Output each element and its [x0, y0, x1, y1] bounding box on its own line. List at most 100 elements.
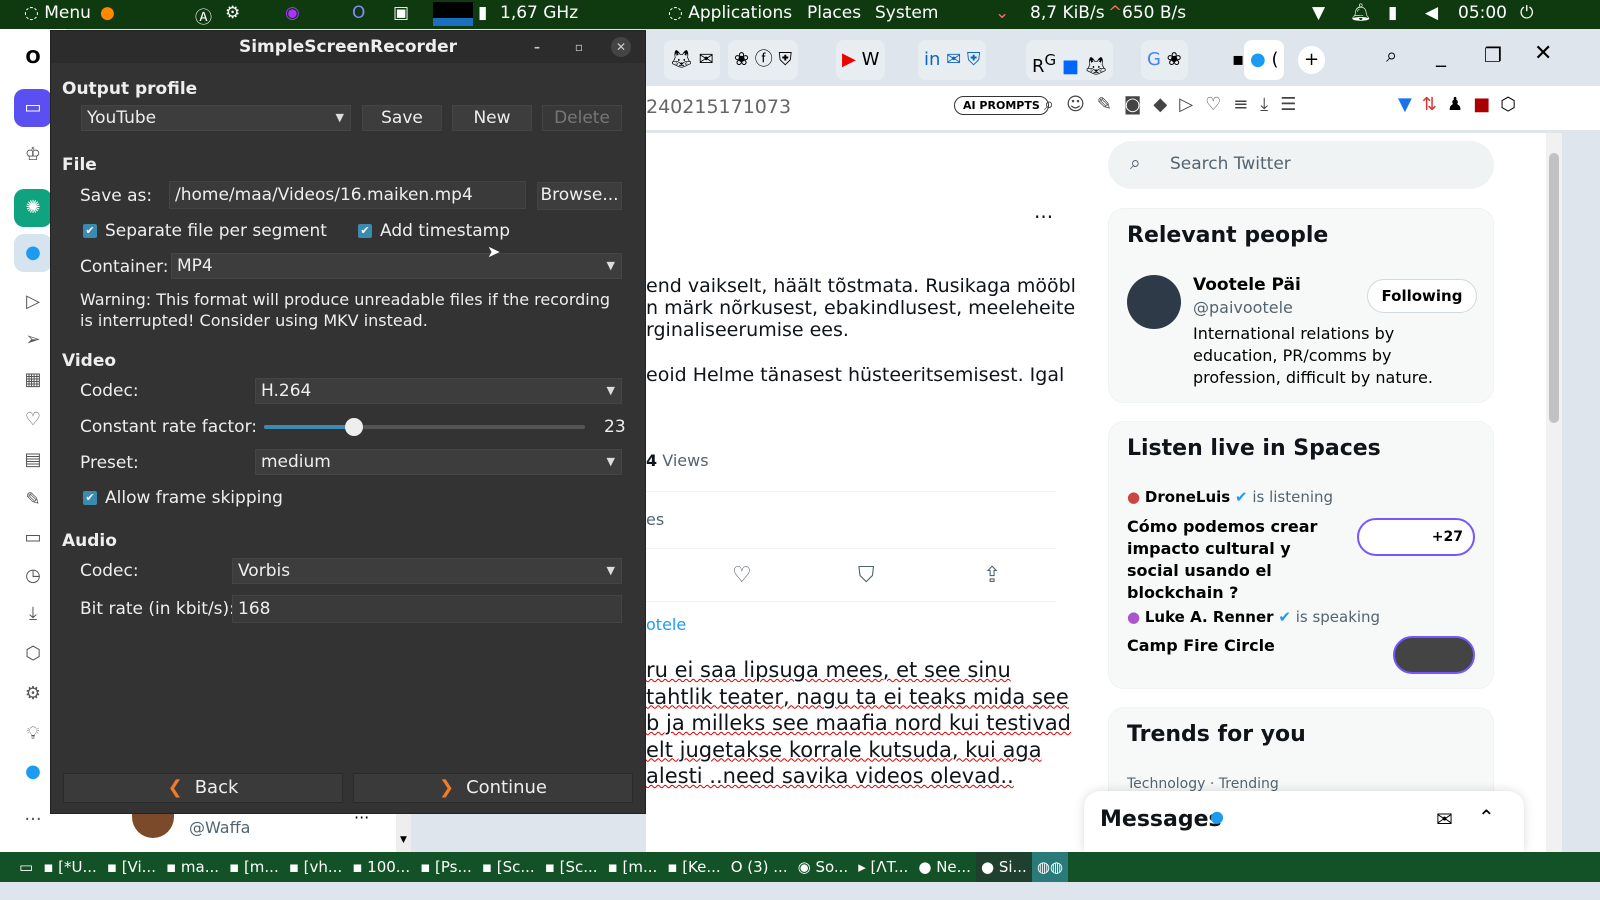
tor-icon[interactable]: ◉ — [285, 3, 300, 23]
wifi-icon[interactable]: ▼ — [1312, 3, 1325, 23]
space-host[interactable]: DroneLuis — [1145, 488, 1230, 506]
taskbar-item[interactable]: ▪ ma... — [161, 852, 224, 882]
profile-select[interactable]: YouTube ▼ — [81, 105, 351, 131]
container-select[interactable]: MP4 ▼ — [171, 253, 622, 279]
reader-icon[interactable]: ▭ — [14, 89, 52, 127]
tab-group-1[interactable]: 🦊︎ ✉ — [664, 40, 720, 80]
taskbar-item[interactable]: ▪ [Ps... — [415, 852, 477, 882]
show-desktop-button[interactable]: ▭ — [14, 852, 38, 882]
taskbar-item[interactable]: ▪ [*U... — [38, 852, 102, 882]
opera-icon[interactable]: O — [352, 3, 365, 23]
tab-group-youtube[interactable]: ▶ W — [836, 40, 886, 80]
crf-slider-handle[interactable] — [344, 418, 363, 436]
space-title[interactable]: Cómo podemos crear impacto cultural y so… — [1127, 516, 1327, 604]
twitter-icon[interactable]: ● — [14, 234, 52, 272]
settings-icon[interactable]: ⚙ — [20, 683, 46, 709]
allow-frame-skipping-checkbox[interactable]: ✔ — [83, 491, 97, 505]
share-icon[interactable]: ⇪ — [983, 563, 1001, 588]
taskbar-item[interactable]: ▪ [m... — [224, 852, 284, 882]
firefox-icon[interactable]: ● — [100, 3, 115, 23]
like-icon[interactable]: ♡ — [732, 563, 752, 588]
history-icon[interactable]: ◷ — [20, 565, 46, 591]
space-host[interactable]: Luke A. Renner — [1145, 608, 1274, 626]
battery-icon[interactable]: ▮ — [1388, 3, 1397, 23]
title-bar[interactable]: SimpleScreenRecorder – ▫ ✕ — [51, 31, 645, 63]
delete-button[interactable]: Delete — [542, 105, 622, 131]
save-button[interactable]: Save — [362, 105, 442, 131]
scrollbar-thumb[interactable] — [1549, 153, 1559, 423]
tab-twitter[interactable]: ● ( — [1244, 40, 1285, 80]
clock[interactable]: 05:00 — [1458, 3, 1507, 23]
send-icon[interactable]: ➢ — [20, 329, 46, 355]
more-options-icon[interactable]: ··· — [1034, 205, 1053, 229]
pin-icon[interactable]: ✎ — [20, 489, 46, 515]
maximize-button[interactable]: ▫ — [569, 37, 589, 57]
crf-slider[interactable] — [264, 418, 585, 436]
person-handle[interactable]: @paivootele — [1193, 298, 1293, 317]
news-icon[interactable]: ▤ — [20, 449, 46, 475]
taskbar-item-active[interactable]: ◍◍ — [1031, 852, 1068, 882]
tab-group-linkedin[interactable]: in ✉ ⛨ — [918, 40, 987, 80]
power-icon[interactable]: ⏻ — [1520, 3, 1533, 23]
minimize-button[interactable]: _ — [1436, 43, 1446, 67]
allow-frame-skipping-label[interactable]: Allow frame skipping — [105, 488, 283, 508]
taskbar-item[interactable]: ▪ [m... — [603, 852, 663, 882]
separate-file-label[interactable]: Separate file per segment — [105, 221, 327, 241]
browse-button[interactable]: Browse... — [537, 182, 622, 210]
terminal-icon[interactable]: ▣ — [393, 3, 409, 23]
new-button[interactable]: New — [452, 105, 532, 131]
extension-icons[interactable]: ▼⇅♟■⬡ — [1398, 94, 1526, 115]
taskbar-item[interactable]: O (3) ... — [726, 852, 793, 882]
places-menu[interactable]: Places — [807, 3, 861, 23]
separate-file-checkbox[interactable]: ✔ — [83, 224, 97, 238]
volume-icon[interactable]: ◀ — [1425, 3, 1438, 23]
person-name[interactable]: Vootele Päi — [1193, 275, 1301, 295]
toolbar-extension-icons[interactable]: ⌕☺✎◙◆▷♡≡⤓☰ — [1044, 94, 1308, 115]
space2-listeners[interactable] — [1393, 636, 1475, 674]
space1-listeners[interactable]: +27 — [1357, 518, 1475, 556]
audio-codec-select[interactable]: Vorbis ▼ — [232, 558, 622, 584]
taskbar-item[interactable]: ▸ [ΛT... — [853, 852, 913, 882]
search-input[interactable]: ⌕ Search Twitter — [1108, 141, 1494, 189]
bulb-icon[interactable]: 💡︎ — [20, 723, 46, 749]
tab-group-research[interactable]: RG ■ 🦊︎ — [1026, 40, 1114, 80]
taskbar-item[interactable]: ● Si... — [975, 852, 1032, 882]
chat-icon[interactable]: ● — [20, 761, 46, 787]
following-button[interactable]: Following — [1367, 279, 1477, 313]
heart-icon[interactable]: ♡ — [20, 409, 46, 435]
menu-button[interactable]: ◌ Menu — [24, 3, 91, 23]
reply-user-link[interactable]: otele — [646, 615, 686, 634]
space-title[interactable]: Camp Fire Circle — [1127, 636, 1275, 655]
add-timestamp-checkbox[interactable]: ✔ — [358, 224, 372, 238]
taskbar-item[interactable]: ▪ [Ke... — [662, 852, 725, 882]
ai-prompts-button[interactable]: AI PROMPTS — [954, 96, 1049, 115]
apps-icon[interactable]: ▦ — [20, 369, 46, 395]
taskbar-item[interactable]: ▪ 100... — [347, 852, 415, 882]
preset-select[interactable]: medium ▼ — [255, 449, 622, 475]
applications-menu[interactable]: ◌ Applications — [668, 3, 792, 23]
gear-icon[interactable]: ⚙ — [225, 3, 240, 23]
taskbar-item[interactable]: ▪ [Sc... — [477, 852, 540, 882]
add-timestamp-label[interactable]: Add timestamp — [380, 221, 510, 241]
tabs-icon[interactable]: ▭ — [20, 527, 46, 553]
bell-icon[interactable]: 🔔︎ — [1350, 3, 1372, 23]
bookmark-icon[interactable]: ⛉ — [858, 563, 875, 588]
bitrate-input[interactable]: 168 — [232, 595, 622, 623]
taskbar-item[interactable]: ▪ [Vi... — [102, 852, 161, 882]
taskbar-item[interactable]: ▪ [Sc... — [540, 852, 603, 882]
chatgpt-icon[interactable]: ✺ — [14, 189, 52, 227]
taskbar-item[interactable]: ▪ [vh... — [284, 852, 347, 882]
new-message-icon[interactable]: ✉ — [1436, 807, 1453, 831]
back-button[interactable]: ❮ Back — [63, 773, 343, 803]
save-as-input[interactable]: /home/maa/Videos/16.maiken.mp4 — [169, 181, 526, 209]
minimize-button[interactable]: – — [527, 37, 547, 57]
crown-icon[interactable]: ♔ — [20, 144, 46, 170]
messages-drawer[interactable]: Messages ● ✉ ⌃ — [1084, 791, 1524, 852]
continue-button[interactable]: ❯ Continue — [353, 773, 633, 803]
reply-textarea[interactable]: ru ei saa lipsuga mees, et see sinu taht… — [646, 657, 1071, 790]
restore-button[interactable]: ❐ — [1484, 43, 1502, 67]
close-button[interactable]: ✕ — [1534, 41, 1552, 66]
tab-group-google[interactable]: G ❀ — [1141, 40, 1188, 80]
more-icon[interactable]: ··· — [20, 809, 46, 835]
search-tabs-icon[interactable]: ⌕ — [1386, 43, 1397, 67]
